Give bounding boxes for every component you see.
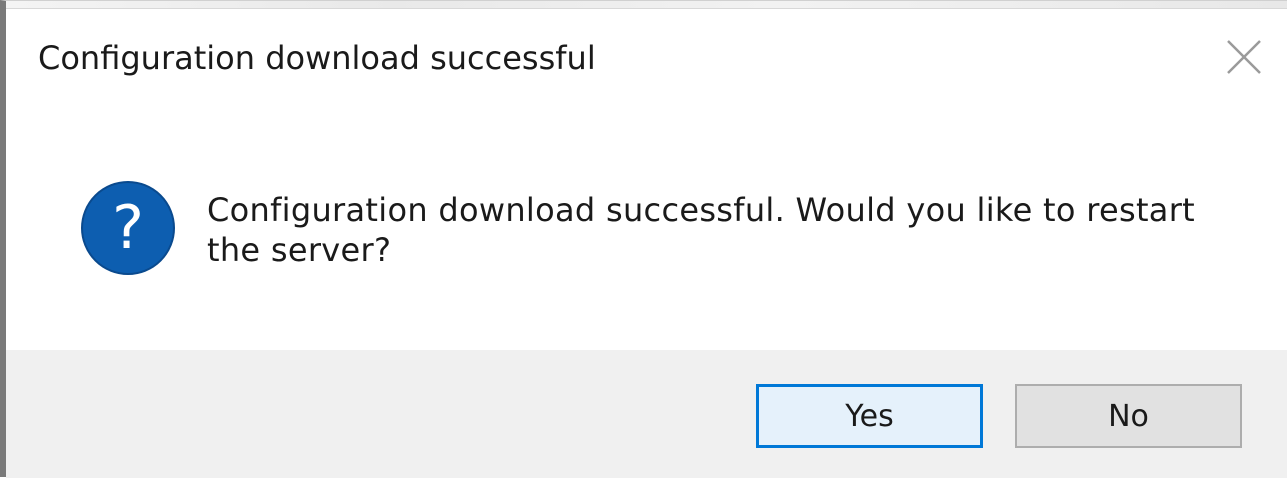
message-dialog: Configuration download successful ? Conf… [0,0,1287,478]
window-top-strip [6,1,1287,9]
svg-text:?: ? [112,193,144,263]
question-icon: ? [81,181,175,275]
dialog-title: Configuration download successful [38,39,596,77]
dialog-message: Configuration download successful. Would… [207,191,1196,269]
no-button[interactable]: No [1015,384,1242,448]
close-icon[interactable] [1224,37,1264,77]
yes-button[interactable]: Yes [756,384,983,448]
